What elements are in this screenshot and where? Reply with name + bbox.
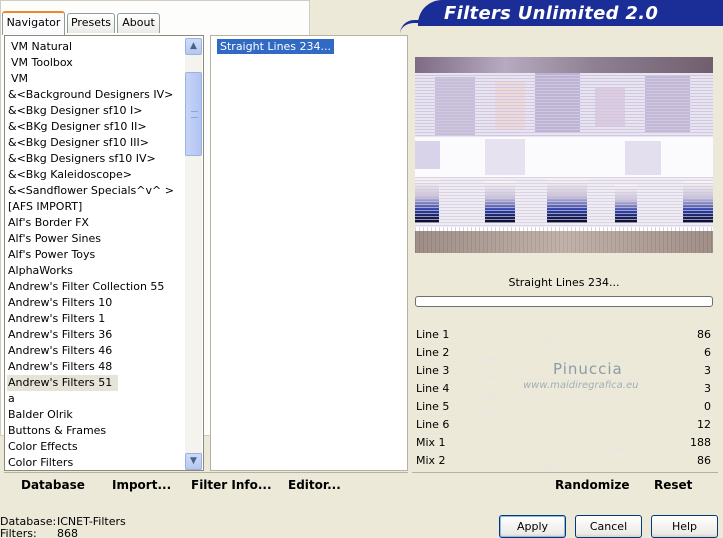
category-item[interactable]: Alf's Power Toys: [8, 247, 95, 263]
parameter-label: Line 4: [416, 382, 450, 395]
parameter-row[interactable]: Line 6 12: [414, 417, 714, 434]
category-item[interactable]: &<Bkg Designer sf10 I>: [8, 103, 143, 119]
filter-item-selected[interactable]: Straight Lines 234...: [217, 39, 335, 54]
help-button[interactable]: Help: [651, 515, 718, 538]
cancel-button[interactable]: Cancel: [575, 515, 642, 538]
parameter-value: 86: [697, 328, 711, 341]
app-title: Filters Unlimited 2.0: [444, 3, 659, 24]
parameter-value: 188: [690, 436, 711, 449]
filter-info-button[interactable]: Filter Info...: [191, 478, 272, 492]
category-item[interactable]: AlphaWorks: [8, 263, 73, 279]
category-item[interactable]: Andrew's Filters 51: [7, 375, 119, 391]
category-item[interactable]: VM Toolbox: [11, 55, 73, 71]
category-item[interactable]: VM: [11, 71, 28, 87]
parameter-row[interactable]: Line 1 86: [414, 327, 714, 344]
tab-about[interactable]: About: [117, 13, 160, 33]
category-item[interactable]: Andrew's Filters 46: [8, 343, 112, 359]
category-item[interactable]: [AFS IMPORT]: [8, 199, 82, 215]
preview-image: [415, 57, 713, 253]
category-item[interactable]: Balder Olrik: [8, 407, 73, 423]
slider-thumb-icon[interactable]: [541, 463, 556, 470]
import-button[interactable]: Import...: [112, 478, 171, 492]
category-item[interactable]: &<Bkg Kaleidoscope>: [8, 167, 132, 183]
database-button[interactable]: Database: [21, 478, 85, 492]
category-item[interactable]: Andrew's Filters 36: [8, 327, 112, 343]
reset-button[interactable]: Reset: [654, 478, 692, 492]
category-item[interactable]: Buttons & Frames: [8, 423, 106, 439]
parameter-row[interactable]: Mix 1 188: [414, 435, 714, 452]
parameter-label: Line 1: [416, 328, 450, 341]
parameter-value: 3: [704, 382, 711, 395]
category-item[interactable]: Color Effects: [8, 439, 78, 455]
progress-bar: [415, 296, 713, 307]
parameter-value: 3: [704, 364, 711, 377]
filter-list[interactable]: [210, 35, 408, 471]
category-item[interactable]: Andrew's Filter Collection 55: [8, 279, 164, 295]
chevron-up-icon[interactable]: ▲: [185, 38, 202, 55]
parameter-row[interactable]: Line 5 0: [414, 399, 714, 416]
slider-thumb-icon[interactable]: [483, 373, 498, 380]
category-item[interactable]: &<BKg Designer sf10 II>: [8, 119, 147, 135]
watermark-url: www.maidiregrafica.eu: [523, 380, 639, 391]
category-item[interactable]: Andrew's Filters 10: [8, 295, 112, 311]
category-item[interactable]: &<Background Designers IV>: [8, 87, 173, 103]
parameter-label: Line 5: [416, 400, 450, 413]
slider-thumb-icon[interactable]: [613, 445, 628, 452]
parameter-label: Line 3: [416, 364, 450, 377]
slider-thumb-icon[interactable]: [489, 427, 504, 434]
category-item[interactable]: Alf's Border FX: [8, 215, 89, 231]
scrollbar-thumb[interactable]: [185, 72, 202, 156]
category-item[interactable]: &<Sandflower Specials^v^ >: [8, 183, 174, 199]
preview-label: Straight Lines 234...: [508, 276, 620, 289]
category-item[interactable]: a: [8, 391, 15, 407]
category-scrollbar[interactable]: ▲ ▼: [185, 38, 202, 470]
chevron-down-icon[interactable]: ▼: [185, 453, 202, 470]
category-item[interactable]: &<Bkg Designer sf10 III>: [8, 135, 149, 151]
filters-label: Filters:: [0, 527, 37, 538]
apply-button[interactable]: Apply: [499, 515, 566, 538]
randomize-button[interactable]: Randomize: [555, 478, 629, 492]
watermark-title: Pinuccia: [553, 360, 623, 378]
parameter-label: Line 6: [416, 418, 450, 431]
category-item[interactable]: VM Natural: [11, 39, 72, 55]
parameter-label: Line 2: [416, 346, 450, 359]
tab-navigator[interactable]: Navigator: [2, 11, 65, 35]
parameter-value: 0: [704, 400, 711, 413]
slider-thumb-icon[interactable]: [541, 337, 556, 344]
slider-thumb-icon[interactable]: [485, 355, 500, 362]
tab-presets[interactable]: Presets: [67, 13, 115, 33]
parameter-value: 12: [697, 418, 711, 431]
parameter-value: 6: [704, 346, 711, 359]
parameter-value: 86: [697, 454, 711, 467]
editor-button[interactable]: Editor...: [288, 478, 341, 492]
slider-thumb-icon[interactable]: [481, 409, 495, 416]
category-item[interactable]: Alf's Power Sines: [8, 231, 101, 247]
parameter-label: Mix 2: [416, 454, 446, 467]
filters-value: 868: [57, 527, 78, 538]
parameter-row[interactable]: Mix 2 86: [414, 453, 714, 470]
category-item[interactable]: Andrew's Filters 48: [8, 359, 112, 375]
scrollbar-grip-icon: [191, 111, 198, 118]
slider-thumb-icon[interactable]: [483, 391, 498, 398]
category-item[interactable]: &<Bkg Designers sf10 IV>: [8, 151, 156, 167]
parameter-label: Mix 1: [416, 436, 446, 449]
category-item[interactable]: Andrew's Filters 1: [8, 311, 105, 327]
category-item[interactable]: Color Filters: [8, 455, 73, 471]
